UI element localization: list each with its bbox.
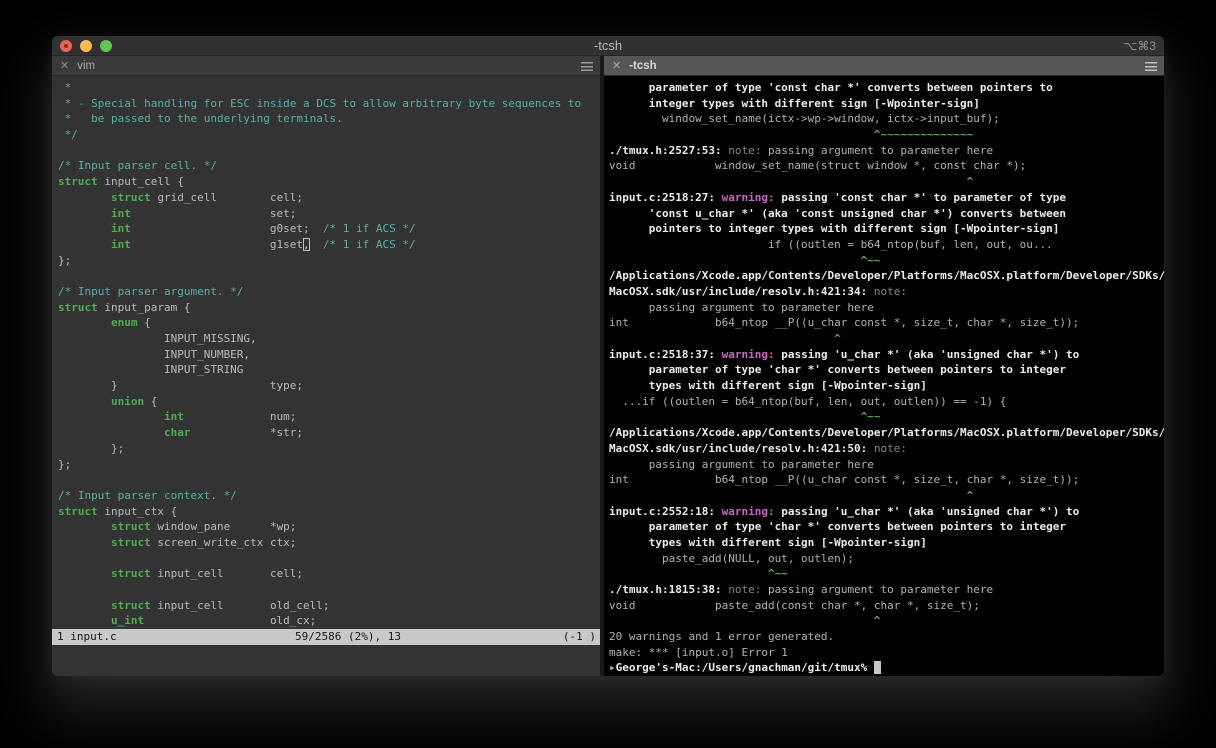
prompt-mark-icon: ▸ [609,661,616,675]
terminal-line: u_int old_cx; [110,614,317,628]
terminal-line: parameter of type 'char *' converts betw… [609,520,1066,534]
terminal-line: MacOSX.sdk/usr/include/resolv.h:421:50: … [609,441,908,455]
cursor-hollow: , [303,237,310,251]
terminal-line: ^ [609,332,841,345]
terminal-line: ^~~~~~~~~~~~~~~ [609,128,974,142]
terminal-line: struct input_cell old_cell; [110,598,330,612]
terminal-line: integer types with different sign [-Wpoi… [609,96,980,110]
status-position: 59/2586 (2%), 13 [295,630,401,643]
terminal-line: /* Input parser context. */ [58,488,237,502]
terminal-line: input.c:2518:27: warning: passing 'const… [609,190,1066,204]
terminal-line: ...if ((outlen = b64_ntop(buf, len, out,… [609,394,1007,408]
terminal-line: ^ [609,614,881,628]
terminal-line: int b64_ntop __P((u_char const *, size_t… [609,473,1080,487]
terminal-line: window_set_name(ictx->wp->window, ictx->… [609,112,1000,126]
terminal-line: struct input_cell cell; [110,567,304,581]
terminal-line: input.c:2552:18: warning: passing 'u_cha… [609,504,1080,518]
terminal-line: parameter of type 'const char *' convert… [609,81,1053,94]
pane-title-label: vim [77,59,96,72]
terminal-line: INPUT_STRING [58,363,244,377]
terminal-line: INPUT_MISSING, [58,332,257,345]
status-right-indicator: (-1 ) [562,630,596,643]
terminal-line: int g1set, /* 1 if ACS */ [110,237,416,251]
close-pane-icon[interactable]: ✕ [60,56,69,76]
terminal-line: int b64_ntop __P((u_char const *, size_t… [609,316,1080,330]
terminal-line: int set; [110,206,297,220]
terminal-line: char *str; [163,426,304,440]
terminal-line: struct grid_cell cell; [110,190,304,204]
terminal-line: ^~~ [609,253,881,267]
terminal-window: -tcsh ⌥⌘3 ✕ vim ✕ -tcsh * * - Special ha… [52,36,1164,676]
terminal-line: /Applications/Xcode.app/Contents/Develop… [609,426,1164,440]
terminal-line: 20 warnings and 1 error generated. [609,630,835,644]
title-bar[interactable]: -tcsh ⌥⌘3 [52,36,1164,56]
terminal-line: make: *** [input.o] Error 1 [609,645,788,659]
terminal-line: if ((outlen = b64_ntop(buf, len, out, ou… [609,237,1053,251]
terminal-line: } type; [58,379,304,393]
terminal-line: passing argument to parameter here [609,457,874,471]
terminal-line: * - Special handling for ESC inside a DC… [58,96,582,110]
vim-status-line: 1 input.c 59/2586 (2%), 13 (-1 ) [52,629,600,645]
terminal-line: ^~~ [609,410,881,424]
pane-menu-icon[interactable] [1145,62,1157,71]
terminal-line: void paste_add(const char *, char *, siz… [609,598,980,612]
window-title: -tcsh [593,38,623,53]
terminal-line: /* Input parser argument. */ [58,284,244,298]
terminal-line: union { [110,394,158,408]
terminal-line: void window_set_name(struct window *, co… [609,159,1027,173]
terminal-line: }; [58,441,125,455]
terminal-line: ^ [609,488,974,502]
terminal-line: struct input_ctx { [58,504,178,518]
terminal-line: /Applications/Xcode.app/Contents/Develop… [609,269,1164,283]
terminal-line: }; [58,253,72,267]
terminal-line: pointers to integer types with different… [609,222,1060,236]
pane-titlebar-vim[interactable]: ✕ vim [52,56,600,76]
terminal-line: ^~~ [609,567,788,581]
desktop-background: -tcsh ⌥⌘3 ✕ vim ✕ -tcsh * * - Special ha… [0,0,1216,748]
cursor-block [873,661,881,675]
terminal-line: types with different sign [-Wpointer-sig… [609,535,927,549]
terminal-line: }; [58,457,72,471]
terminal-line: parameter of type 'char *' converts betw… [609,363,1066,377]
terminal-line: /* Input parser cell. */ [58,159,217,173]
terminal-line: paste_add(NULL, out, outlen); [609,551,855,565]
terminal-line: struct screen_write_ctx ctx; [110,535,297,549]
pane-menu-icon[interactable] [581,62,593,71]
terminal-line: * be passed to the underlying terminals. [58,112,343,126]
shell-output-pane[interactable]: parameter of type 'const char *' convert… [604,76,1164,676]
terminal-line: enum { [110,316,151,330]
terminal-line: * [58,81,72,94]
terminal-line: ./tmux.h:1815:38: note: passing argument… [609,583,994,596]
terminal-line: */ [58,128,78,142]
split-pane-content: * * - Special handling for ESC inside a … [52,76,1164,676]
session-title-bars: ✕ vim ✕ -tcsh [52,56,1164,76]
pane-titlebar-tcsh[interactable]: ✕ -tcsh [604,56,1164,76]
terminal-line: int num; [163,410,297,424]
terminal-line: input.c:2518:37: warning: passing 'u_cha… [609,347,1080,361]
vim-editor-pane[interactable]: * * - Special handling for ESC inside a … [52,76,600,676]
terminal-line: ▸George's-Mac:/Users/gnachman/git/tmux% [609,660,1164,676]
terminal-line: int g0set; /* 1 if ACS */ [110,222,416,236]
terminal-line: ./tmux.h:2527:53: note: passing argument… [609,143,994,157]
terminal-line: struct input_cell { [58,175,184,189]
status-filename: 1 input.c [57,630,117,643]
terminal-line: 'const u_char *' (aka 'const unsigned ch… [609,206,1066,220]
terminal-line: ^ [609,175,974,189]
pane-title-label: -tcsh [629,59,657,72]
close-pane-icon[interactable]: ✕ [612,56,621,76]
terminal-line: MacOSX.sdk/usr/include/resolv.h:421:34: … [609,284,908,298]
terminal-line: struct window_pane *wp; [110,520,297,534]
terminal-line: INPUT_NUMBER, [58,347,251,361]
terminal-line: types with different sign [-Wpointer-sig… [609,379,927,393]
terminal-line: passing argument to parameter here [609,300,874,314]
terminal-line: struct input_param { [58,300,191,314]
window-shortcut-badge: ⌥⌘3 [1123,39,1156,53]
